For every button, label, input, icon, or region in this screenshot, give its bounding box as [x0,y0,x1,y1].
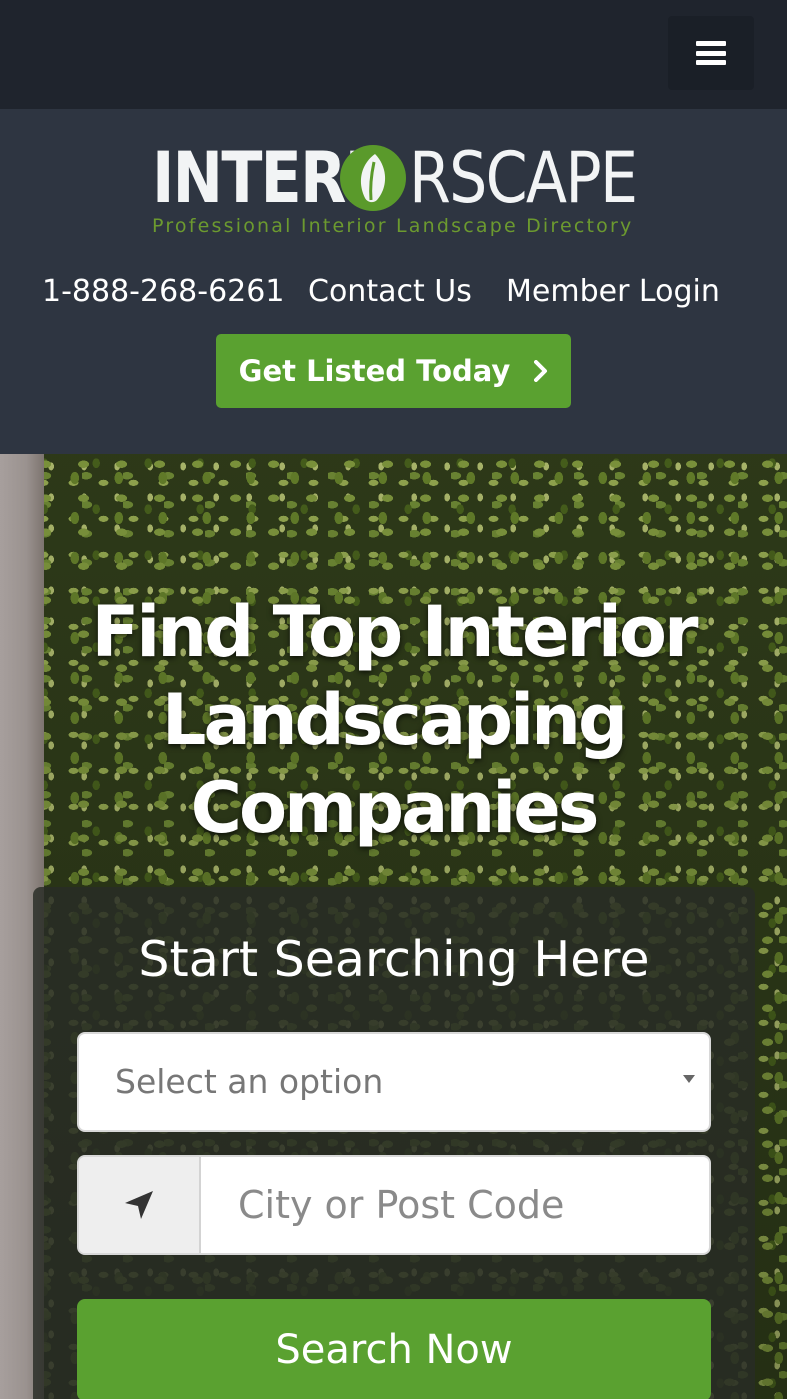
logo-word-right: RSCAPE [409,137,638,219]
chevron-right-icon [534,360,548,382]
logo-word-left: INTERI [152,137,367,219]
search-panel: Start Searching Here Select an option Se… [33,887,755,1399]
hero-section: Find Top Interior Landscaping Companies … [0,454,787,1399]
search-heading: Start Searching Here [138,931,650,988]
location-input[interactable] [203,1157,709,1253]
location-arrow-icon [125,1191,153,1219]
nav-member-login-link[interactable]: Member Login [506,270,720,314]
get-listed-label: Get Listed Today [238,354,511,388]
menu-button[interactable] [668,16,754,90]
category-select-placeholder: Select an option [115,1062,384,1101]
category-select[interactable]: Select an option [77,1032,711,1132]
dropdown-arrow-icon [683,1075,695,1083]
logo-tagline: Professional Interior Landscape Director… [152,215,634,237]
location-button[interactable] [79,1157,201,1253]
hamburger-menu-icon [696,41,726,65]
search-now-label: Search Now [275,1327,513,1373]
leaf-icon [340,145,406,211]
search-now-button[interactable]: Search Now [77,1299,711,1399]
hero-title: Find Top Interior Landscaping Companies [91,591,698,849]
top-bar [0,0,787,109]
nav-contact-link[interactable]: Contact Us [308,270,472,314]
get-listed-button[interactable]: Get Listed Today [216,334,571,408]
location-group [77,1155,711,1255]
nav-phone-link[interactable]: 1-888-268-6261 [42,270,284,314]
